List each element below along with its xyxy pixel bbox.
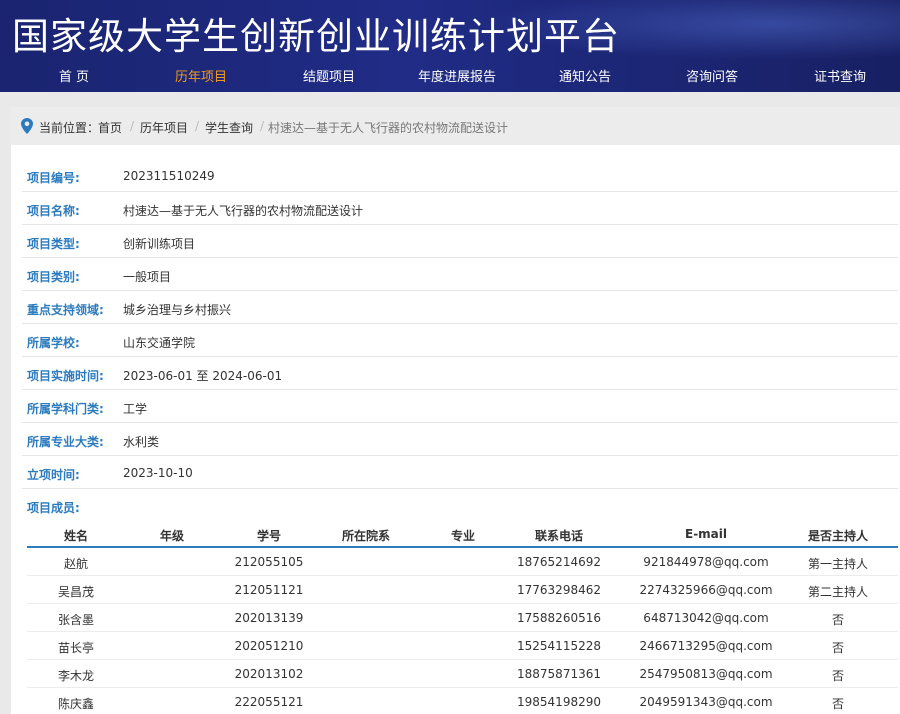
field-label: 所属学校:: [27, 336, 80, 350]
cell-email: 2466713295@qq.com: [639, 639, 773, 653]
cell-name: 苗长亭: [57, 641, 95, 655]
table-row: 张含墨 202013139 17588260516 648713042@qq.c…: [27, 604, 898, 632]
field-key-support-area: 重点支持领域: 城乡治理与乡村振兴: [22, 291, 898, 324]
column-header: 年级: [159, 529, 185, 543]
cell-email: 2547950813@qq.com: [639, 667, 773, 681]
nav-annual-progress-report[interactable]: 年度进展报告: [418, 66, 496, 85]
site-header: 国家级大学生创新创业训练计划平台 首 页 历年项目 结题项目 年度进展报告 通知…: [0, 0, 900, 92]
cell-phone: 18875871361: [517, 667, 601, 681]
site-title: 国家级大学生创新创业训练计划平台: [12, 15, 620, 58]
field-label: 项目编号:: [27, 171, 80, 185]
field-label: 所属专业大类:: [27, 435, 104, 449]
main-nav: 首 页 历年项目 结题项目 年度进展报告 通知公告 咨询问答 证书查询: [0, 60, 900, 90]
nav-announcements[interactable]: 通知公告: [559, 66, 611, 85]
field-project-type: 项目类型: 创新训练项目: [22, 225, 898, 258]
cell-is-host: 否: [831, 697, 845, 711]
field-value: 山东交通学院: [123, 336, 196, 350]
cell-is-host: 否: [831, 613, 845, 627]
column-header: 姓名: [63, 529, 89, 543]
cell-student-id: 202051210: [234, 639, 304, 653]
cell-name: 吴昌茂: [57, 585, 95, 599]
cell-student-id: 202013139: [234, 611, 304, 625]
column-header: 是否主持人: [807, 529, 869, 543]
breadcrumb: 当前位置： 首页 / 历年项目 / 学生查询 / 村速达—基于无人飞行器的农村物…: [11, 107, 900, 145]
table-row: 李木龙 202013102 18875871361 2547950813@qq.…: [27, 660, 898, 688]
cell-email: 2274325966@qq.com: [639, 583, 773, 597]
field-school: 所属学校: 山东交通学院: [22, 324, 898, 357]
breadcrumb-separator: /: [130, 119, 135, 133]
table-row: 赵航 212055105 18765214692 921844978@qq.co…: [27, 548, 898, 576]
cell-is-host: 否: [831, 669, 845, 683]
table-header: 姓名 年级 学号 所在院系 专业 联系电话 E-mail 是否主持人: [27, 520, 898, 548]
column-header: 所在院系: [341, 529, 391, 543]
table-row: 吴昌茂 212051121 17763298462 2274325966@qq.…: [27, 576, 898, 604]
cell-student-id: 222055121: [234, 695, 304, 709]
field-value: 一般项目: [123, 270, 172, 284]
field-label: 项目名称:: [27, 204, 80, 218]
field-value: 创新训练项目: [123, 237, 196, 251]
field-implementation-period: 项目实施时间: 2023-06-01 至 2024-06-01: [22, 357, 898, 390]
cell-email: 2049591343@qq.com: [639, 695, 773, 709]
breadcrumb-home[interactable]: 首页: [98, 119, 122, 136]
breadcrumb-past-projects[interactable]: 历年项目: [140, 119, 188, 136]
cell-phone: 19854198290: [517, 695, 601, 709]
breadcrumb-student-query[interactable]: 学生查询: [205, 119, 253, 136]
field-major-category: 所属专业大类: 水利类: [22, 423, 898, 456]
field-discipline: 所属学科门类: 工学: [22, 390, 898, 423]
cell-phone: 17763298462: [517, 583, 601, 597]
cell-email: 921844978@qq.com: [643, 555, 769, 569]
cell-phone: 18765214692: [517, 555, 601, 569]
field-value: 工学: [123, 402, 148, 416]
cell-name: 赵航: [63, 557, 89, 571]
column-header: 专业: [450, 529, 476, 543]
field-project-number: 项目编号: 202311510249: [22, 159, 898, 192]
cell-student-id: 212055105: [234, 555, 304, 569]
field-value: 2023-06-01 至 2024-06-01: [123, 369, 283, 383]
field-label: 所属学科门类:: [27, 402, 104, 416]
nav-faq[interactable]: 咨询问答: [686, 66, 738, 85]
column-header: 学号: [256, 529, 282, 543]
cell-email: 648713042@qq.com: [643, 611, 769, 625]
field-label: 立项时间:: [27, 468, 80, 482]
table-row: 陈庆鑫 222055121 19854198290 2049591343@qq.…: [27, 688, 898, 714]
field-value: 水利类: [123, 435, 160, 449]
column-header: 联系电话: [534, 529, 584, 543]
field-value: 村速达—基于无人飞行器的农村物流配送设计: [123, 204, 364, 218]
cell-phone: 15254115228: [517, 639, 601, 653]
cell-student-id: 212051121: [234, 583, 304, 597]
field-label: 项目类别:: [27, 270, 80, 284]
nav-home[interactable]: 首 页: [59, 66, 89, 85]
nav-past-projects[interactable]: 历年项目: [175, 66, 227, 85]
breadcrumb-separator: /: [260, 119, 265, 133]
field-project-name: 项目名称: 村速达—基于无人飞行器的农村物流配送设计: [22, 192, 898, 225]
field-label: 项目类型:: [27, 237, 80, 251]
members-label: 项目成员:: [27, 501, 80, 515]
field-label: 重点支持领域:: [27, 303, 104, 317]
breadcrumb-separator: /: [195, 119, 200, 133]
cell-is-host: 第二主持人: [807, 585, 869, 599]
cell-name: 李木龙: [57, 669, 95, 683]
nav-certificate-query[interactable]: 证书查询: [814, 66, 866, 85]
field-project-category: 项目类别: 一般项目: [22, 258, 898, 291]
column-header: E-mail: [684, 527, 728, 541]
location-pin-icon: [21, 118, 33, 134]
cell-phone: 17588260516: [517, 611, 601, 625]
field-label: 项目实施时间:: [27, 369, 104, 383]
cell-name: 陈庆鑫: [57, 697, 95, 711]
cell-is-host: 第一主持人: [807, 557, 869, 571]
cell-is-host: 否: [831, 641, 845, 655]
field-value: 城乡治理与乡村振兴: [123, 303, 232, 317]
nav-completed-projects[interactable]: 结题项目: [303, 66, 355, 85]
breadcrumb-current: 村速达—基于无人飞行器的农村物流配送设计: [268, 121, 509, 135]
cell-student-id: 202013102: [234, 667, 304, 681]
field-value: 2023-10-10: [123, 466, 193, 480]
breadcrumb-prefix: 当前位置：: [39, 121, 100, 135]
field-approval-date: 立项时间: 2023-10-10: [22, 456, 898, 489]
main-content: 当前位置： 首页 / 历年项目 / 学生查询 / 村速达—基于无人飞行器的农村物…: [11, 107, 900, 714]
members-table: 姓名 年级 学号 所在院系 专业 联系电话 E-mail 是否主持人 赵航 21…: [27, 520, 898, 714]
field-value: 202311510249: [123, 169, 215, 183]
table-row: 苗长亭 202051210 15254115228 2466713295@qq.…: [27, 632, 898, 660]
cell-name: 张含墨: [57, 613, 95, 627]
